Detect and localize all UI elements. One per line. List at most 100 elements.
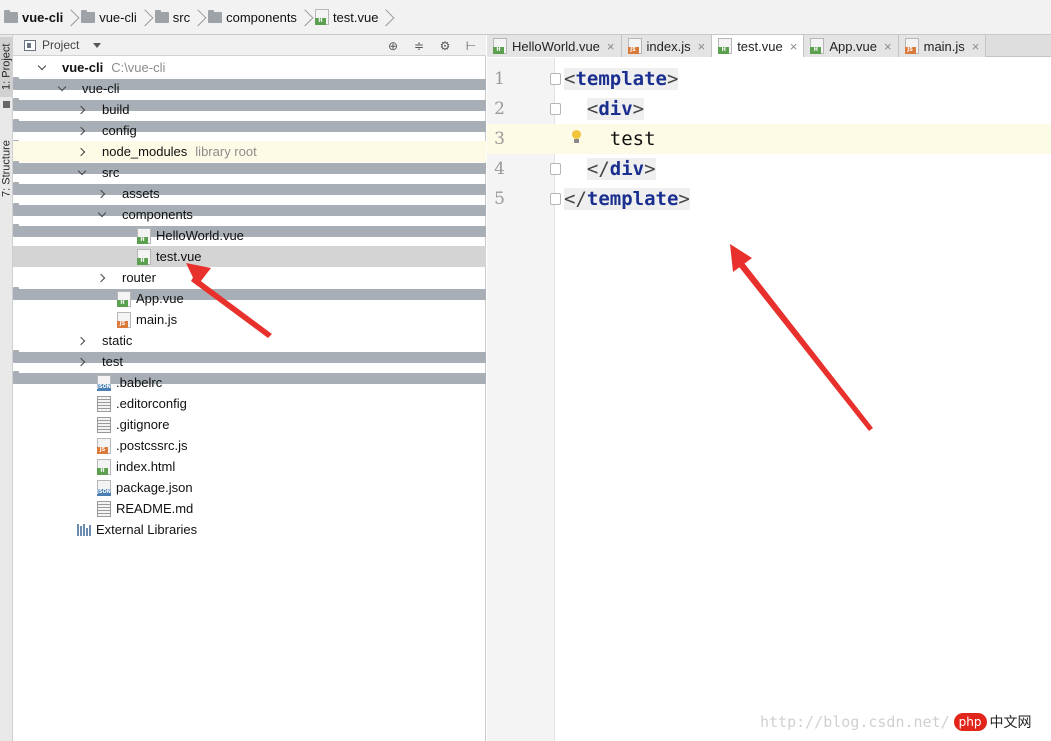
chevron-right-icon[interactable]: [77, 336, 87, 346]
fold-marker-icon[interactable]: [550, 103, 561, 115]
tag-bracket: </: [586, 158, 610, 180]
breadcrumb-item[interactable]: src: [153, 0, 192, 35]
editor-tab[interactable]: H HelloWorld.vue ×: [487, 35, 622, 57]
breadcrumb-item[interactable]: vue-cli: [2, 0, 65, 35]
close-icon[interactable]: ×: [698, 39, 706, 54]
tree-file-row[interactable]: .gitignore: [13, 414, 486, 435]
vue-file-icon: H: [810, 38, 825, 54]
chevron-down-icon[interactable]: [93, 42, 102, 48]
tree-item-label: test: [102, 354, 123, 369]
chevron-right-icon[interactable]: [97, 273, 107, 283]
chevron-right-icon[interactable]: [77, 126, 87, 136]
chevron-right-icon[interactable]: [77, 357, 87, 367]
tree-folder-row[interactable]: vue-cli: [13, 78, 486, 111]
tree-folder-row[interactable]: vue-cli C:\vue-cli: [13, 57, 486, 90]
tree-file-row[interactable]: JS .postcssrc.js: [13, 435, 486, 456]
tool-tab-project[interactable]: 1: Project: [0, 37, 13, 97]
tree-item-label: vue-cli: [62, 60, 104, 75]
chevron-right-icon[interactable]: [77, 105, 87, 115]
tool-window-strip: 1: Project 7: Structure: [0, 35, 13, 741]
tree-item-label: static: [102, 333, 133, 348]
libraries-icon: [77, 523, 91, 536]
tree-folder-row[interactable]: config: [13, 120, 486, 153]
line-number: 2: [494, 99, 505, 119]
fold-marker-icon[interactable]: [550, 193, 561, 205]
breadcrumb-label: test.vue: [332, 9, 379, 25]
code-line[interactable]: 1 <template>: [487, 64, 1051, 94]
tree-file-row[interactable]: H HelloWorld.vue: [13, 225, 486, 246]
folder-icon: [81, 9, 96, 23]
tool-tab-structure[interactable]: 7: Structure: [0, 127, 13, 211]
tree-file-row[interactable]: JSON .babelrc: [13, 372, 486, 393]
fold-marker-icon[interactable]: [550, 73, 561, 85]
chevron-right-icon[interactable]: [97, 189, 107, 199]
vue-file-icon: H: [137, 227, 151, 244]
chevron-down-icon[interactable]: [77, 168, 87, 178]
tree-item-label: .editorconfig: [116, 396, 187, 411]
json-file-icon: JSON: [97, 374, 111, 391]
tree-folder-row[interactable]: src: [13, 162, 486, 195]
watermark: http://blog.csdn.net/ php 中文网: [760, 710, 1032, 734]
project-view-title[interactable]: Project: [42, 38, 79, 52]
close-icon[interactable]: ×: [884, 39, 892, 54]
tree-folder-row[interactable]: build: [13, 99, 486, 132]
js-file-icon: JS: [97, 437, 111, 454]
breadcrumb-item[interactable]: Htest.vue: [313, 0, 381, 35]
tag-bracket: >: [678, 188, 690, 210]
line-number: 1: [494, 69, 505, 89]
chevron-down-icon[interactable]: [57, 84, 67, 94]
tree-file-row[interactable]: External Libraries: [13, 519, 486, 540]
tree-folder-row[interactable]: test: [13, 351, 486, 384]
project-view-icon: [24, 39, 36, 51]
tree-file-row[interactable]: Hindex.html: [13, 456, 486, 477]
tree-folder-row[interactable]: static: [13, 330, 486, 363]
breadcrumb-item[interactable]: vue-cli: [79, 0, 139, 35]
tree-file-row[interactable]: .editorconfig: [13, 393, 486, 414]
js-file-icon: JS: [904, 38, 919, 54]
collapse-all-icon[interactable]: ≑: [412, 39, 426, 53]
js-tag-label: JS: [117, 320, 128, 328]
code-line[interactable]: 5 </template>: [487, 184, 1051, 214]
vue-tag-label: H: [137, 236, 148, 244]
code-line[interactable]: 4 </div>: [487, 154, 1051, 184]
tree-file-row[interactable]: Htest.vue: [13, 246, 486, 267]
tree-folder-row[interactable]: components: [13, 204, 486, 237]
editor-tab[interactable]: JS main.js ×: [898, 35, 987, 57]
hide-panel-icon[interactable]: ⊢: [464, 39, 478, 53]
project-panel: Project ⊕ ≑ ⚙ ⊢ vue-cli C:\vue-cli vue-cli bui…: [13, 35, 486, 741]
close-icon[interactable]: ×: [972, 39, 980, 54]
breadcrumb-label: vue-cli: [99, 9, 137, 25]
watermark-site: 中文网: [989, 715, 1032, 731]
code-area[interactable]: 1 <template> 2 <div> 3 test 4 </div> 5 </templ…: [487, 58, 1051, 741]
code-line[interactable]: 2 <div>: [487, 94, 1051, 124]
chevron-down-icon[interactable]: [37, 63, 47, 73]
code-line[interactable]: 3 test: [487, 124, 1051, 154]
tree-file-row[interactable]: JSON package.json: [13, 477, 486, 498]
breadcrumb-separator-icon: [68, 6, 75, 28]
tree-item-label: HelloWorld.vue: [156, 228, 244, 243]
tag-bracket: >: [632, 98, 645, 120]
tag-bracket: <: [586, 98, 599, 120]
scroll-from-source-icon[interactable]: ⊕: [386, 39, 400, 53]
tree-folder-row[interactable]: node_modules library root: [13, 141, 486, 174]
editor-tab[interactable]: H App.vue ×: [804, 35, 899, 57]
tag-bracket: <: [564, 68, 576, 90]
tree-folder-row[interactable]: assets: [13, 183, 486, 216]
chevron-right-icon[interactable]: [77, 147, 87, 157]
editor-tab[interactable]: Htest.vue ×: [712, 35, 805, 57]
vue-file-icon: H: [117, 290, 131, 307]
code-text: <template>: [564, 64, 679, 94]
fold-marker-icon[interactable]: [550, 163, 561, 175]
tag-bracket: >: [644, 158, 656, 180]
vue-tag-label: H: [810, 47, 822, 54]
gear-icon[interactable]: ⚙: [438, 39, 452, 53]
close-icon[interactable]: ×: [607, 39, 615, 54]
chevron-down-icon[interactable]: [97, 210, 107, 220]
breadcrumb-item[interactable]: components: [206, 0, 299, 35]
close-icon[interactable]: ×: [790, 39, 798, 54]
tree-file-row[interactable]: JS main.js: [13, 309, 486, 330]
tree-folder-row[interactable]: router: [13, 267, 486, 300]
editor-tab[interactable]: JS index.js ×: [621, 35, 713, 57]
tree-file-row[interactable]: H App.vue: [13, 288, 486, 309]
tree-file-row[interactable]: README.md: [13, 498, 486, 519]
